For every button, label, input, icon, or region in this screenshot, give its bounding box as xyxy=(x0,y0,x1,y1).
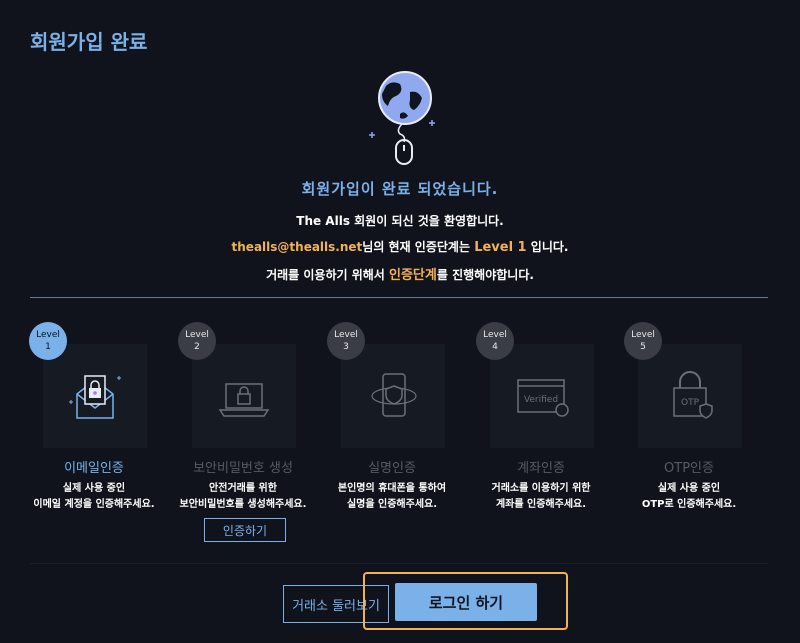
level-title-3: 실명인증 xyxy=(368,461,416,476)
otp-lock-icon: OTP xyxy=(673,371,713,419)
divider xyxy=(30,297,768,298)
verified-card-icon: Verified xyxy=(517,379,569,417)
level-title-2: 보안비밀번호 생성 xyxy=(193,461,293,476)
phone-shield-icon xyxy=(371,373,417,417)
user-email: thealls@thealls.net xyxy=(231,240,363,254)
level-desc-4: 거래소를 이용하기 위한 계좌를 인증해주세요. xyxy=(491,483,591,510)
level-desc-3: 본인명의 휴대폰을 통하여 실명을 인증해주세요. xyxy=(337,483,447,510)
welcome-text: The Alls 회원이 되신 것을 환영합니다. xyxy=(296,214,504,228)
level-badge-1: Level 1 xyxy=(29,322,67,360)
globe-mouse-icon xyxy=(369,71,435,165)
level-card-4: Verified Level 4 계좌인증 거래소를 이용하기 위한 계좌를 인증해… xyxy=(476,322,606,542)
level-title-5: OTP인증 xyxy=(664,461,714,476)
level-badge-2: Level 2 xyxy=(178,322,216,360)
cta-highlight: 인증단계 xyxy=(389,268,437,283)
cta-text: 거래를 이용하기 위해서 인증단계를 진행해야합니다. xyxy=(266,268,534,283)
svg-text:Verified: Verified xyxy=(524,395,558,405)
laptop-lock-icon xyxy=(218,383,270,417)
level-title-4: 계좌인증 xyxy=(517,461,565,476)
level-status-text: thealls@thealls.net님의 현재 인증단계는 Level 1 입… xyxy=(231,240,569,255)
envelope-lock-icon xyxy=(69,375,121,419)
level-card-1: Level 1 이메일인증 실제 사용 중인 이메일 계정을 인증해주세요. xyxy=(29,322,159,542)
level-title-1: 이메일인증 xyxy=(64,461,124,476)
level-card-2: Level 2 보안비밀번호 생성 안전거래를 위한 보안비밀번호를 생성해주세요. xyxy=(178,322,308,542)
level-desc-2: 안전거래를 위한 보안비밀번호를 생성해주세요. xyxy=(179,483,307,510)
browse-exchange-button[interactable]: 거래소 둘러보기 xyxy=(283,585,389,623)
login-button[interactable]: 로그인 하기 xyxy=(395,583,537,621)
level-card-3: Level 3 실명인증 본인명의 휴대폰을 통하여 실명을 인증해주세요. xyxy=(327,322,457,542)
completion-headline: 회원가입이 완료 되었습니다. xyxy=(301,180,499,198)
page-title: 회원가입 완료 xyxy=(30,30,148,54)
level-badge-3: Level 3 xyxy=(327,322,365,360)
svg-text:OTP: OTP xyxy=(681,398,700,408)
level-badge-5: Level 5 xyxy=(624,322,662,360)
current-level: Level 1 xyxy=(474,240,527,255)
level-desc-5: 실제 사용 중인 OTP로 인증해주세요. xyxy=(641,483,737,510)
footer-divider xyxy=(30,563,768,564)
verify-button[interactable]: 인증하기 xyxy=(204,518,286,542)
level-card-5: OTP Level 5 OTP인증 실제 사용 중인 OTP로 인증해주세요. xyxy=(624,322,754,542)
level-badge-4: Level 4 xyxy=(476,322,514,360)
level-desc-1: 실제 사용 중인 이메일 계정을 인증해주세요. xyxy=(33,483,155,510)
